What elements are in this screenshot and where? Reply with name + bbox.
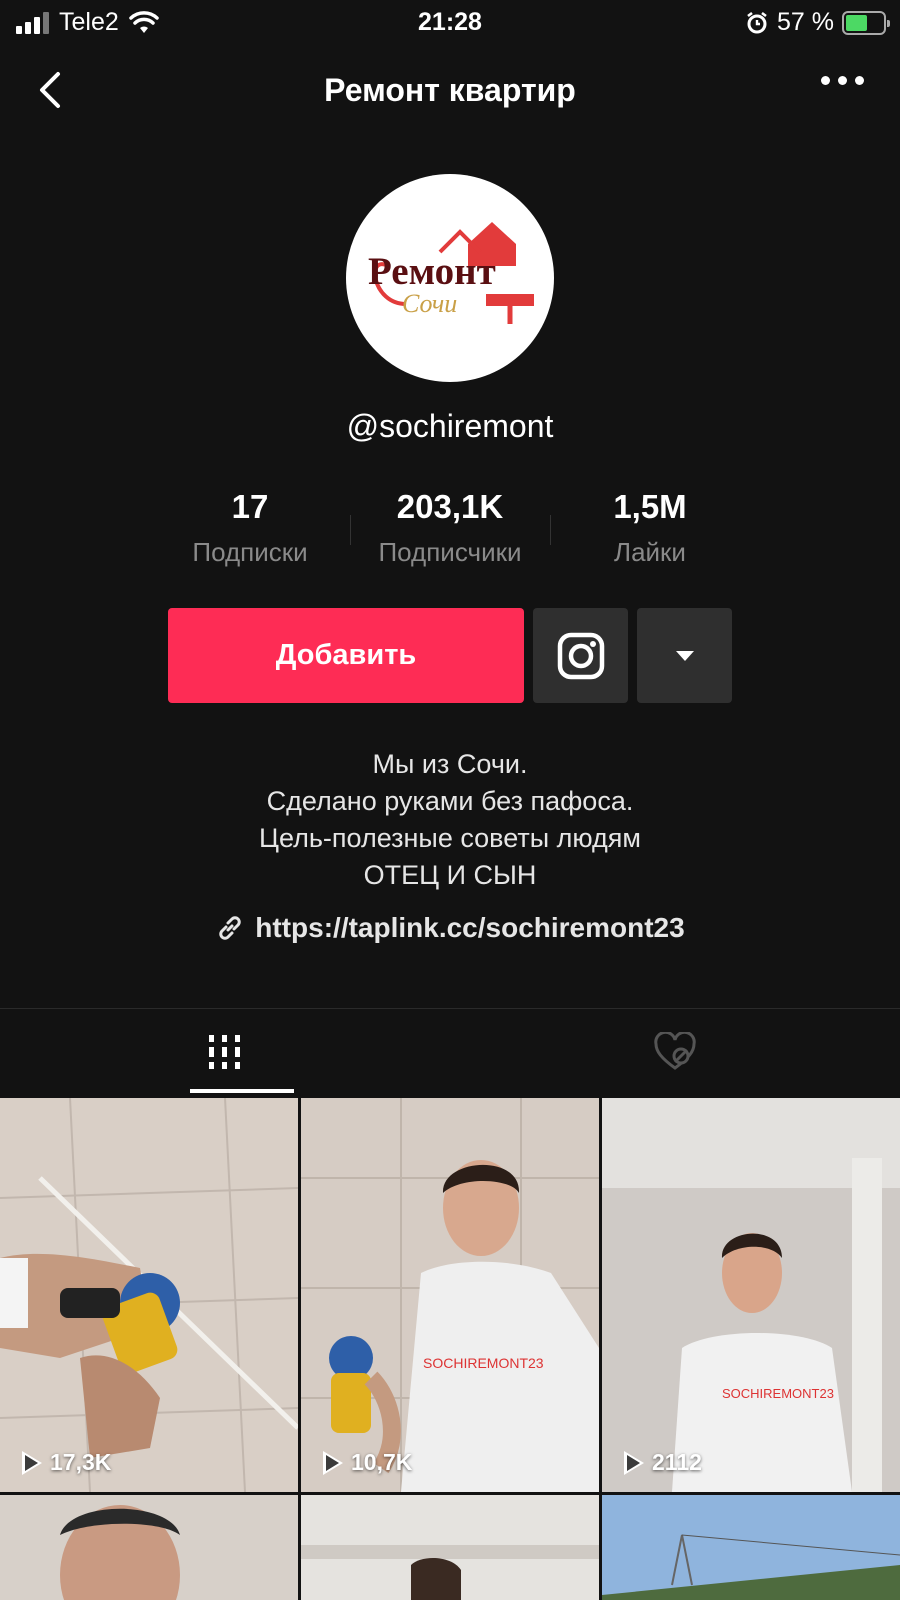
profile-tabs — [0, 1009, 900, 1095]
nav-bar: Ремонт квартир — [0, 60, 900, 122]
active-tab-indicator — [190, 1089, 294, 1093]
views-text: 2112 — [652, 1449, 702, 1475]
bio-line: ОТЕЦ И СЫН — [363, 860, 537, 890]
stat-followers[interactable]: 203,1K Подписчики — [350, 485, 550, 568]
play-icon — [624, 1450, 644, 1475]
caret-down-icon — [675, 650, 694, 661]
status-right: 57 % — [745, 8, 890, 37]
avatar[interactable]: Ремонт Сочи — [346, 174, 554, 382]
grid-icon — [209, 1035, 240, 1069]
follow-button[interactable]: Добавить — [168, 608, 524, 703]
video-thumbnail[interactable]: SOCHIREMONT23 10,7K — [301, 1098, 599, 1492]
stat-likes[interactable]: 1,5M Лайки — [550, 485, 750, 568]
bio-line: Цель-полезные советы людям — [259, 823, 641, 853]
instagram-icon — [557, 632, 604, 679]
video-thumbnail-image: SOCHIREMONT23 — [602, 1098, 900, 1492]
logo-main-text: Ремонт — [368, 250, 496, 293]
video-thumbnail[interactable] — [602, 1495, 900, 1600]
bio: Мы из Сочи. Сделано руками без пафоса. Ц… — [0, 746, 900, 894]
video-grid: 17,3K SOCHIREMONT23 10,7K SOCHIREMONT23 … — [0, 1098, 900, 1600]
shirt-text: SOCHIREMONT23 — [423, 1355, 544, 1371]
more-options-icon[interactable] — [821, 76, 864, 85]
video-thumbnail-image — [301, 1495, 599, 1600]
views-text: 10,7K — [351, 1449, 413, 1475]
video-thumbnail-image — [602, 1495, 900, 1600]
alarm-icon — [747, 11, 767, 33]
link-text: https://taplink.cc/sochiremont23 — [255, 912, 685, 943]
view-count: 2112 — [624, 1449, 702, 1476]
stat-label: Подписки — [192, 537, 308, 567]
video-thumbnail-image: SOCHIREMONT23 — [301, 1098, 599, 1492]
video-thumbnail[interactable]: SOCHIREMONT23 2112 — [602, 1098, 900, 1492]
remont-sochi-logo: Ремонт Сочи — [368, 222, 534, 324]
play-icon — [22, 1450, 42, 1475]
suggested-accounts-button[interactable] — [637, 608, 732, 703]
stat-value: 203,1K — [396, 488, 504, 525]
page-title: Ремонт квартир — [324, 72, 576, 108]
play-icon — [323, 1450, 343, 1475]
bio-line: Сделано руками без пафоса. — [266, 786, 634, 816]
view-count: 17,3K — [22, 1449, 111, 1476]
bio-line: Мы из Сочи. — [372, 749, 528, 779]
tab-videos[interactable] — [0, 1009, 450, 1095]
video-thumbnail[interactable]: 17,3K — [0, 1098, 298, 1492]
video-thumbnail-image — [0, 1098, 298, 1492]
video-thumbnail-image — [0, 1495, 298, 1600]
stats-row: 17 Подписки 203,1K Подписчики 1,5M Лайки — [150, 485, 750, 568]
hidden-likes-icon — [654, 1032, 696, 1070]
status-bar: Tele2 21:28 57 % — [0, 0, 900, 46]
stat-label: Подписчики — [378, 537, 522, 567]
video-thumbnail[interactable] — [301, 1495, 599, 1600]
stat-value: 17 — [231, 488, 269, 525]
instagram-button[interactable] — [533, 608, 628, 703]
tab-liked[interactable] — [450, 1009, 900, 1095]
logo-script-text: Сочи — [402, 289, 457, 318]
stat-label: Лайки — [614, 537, 686, 567]
views-text: 17,3K — [50, 1449, 112, 1475]
stat-following[interactable]: 17 Подписки — [150, 485, 350, 568]
view-count: 10,7K — [323, 1449, 412, 1476]
shirt-text: SOCHIREMONT23 — [722, 1386, 834, 1401]
username: @sochiremont — [346, 408, 554, 444]
link-icon — [219, 916, 241, 940]
battery-icon — [842, 10, 890, 35]
video-thumbnail[interactable] — [0, 1495, 298, 1600]
stat-value: 1,5M — [613, 488, 687, 525]
profile-link[interactable]: https://taplink.cc/sochiremont23 — [0, 912, 900, 944]
battery-percent: 57 % — [777, 8, 834, 36]
